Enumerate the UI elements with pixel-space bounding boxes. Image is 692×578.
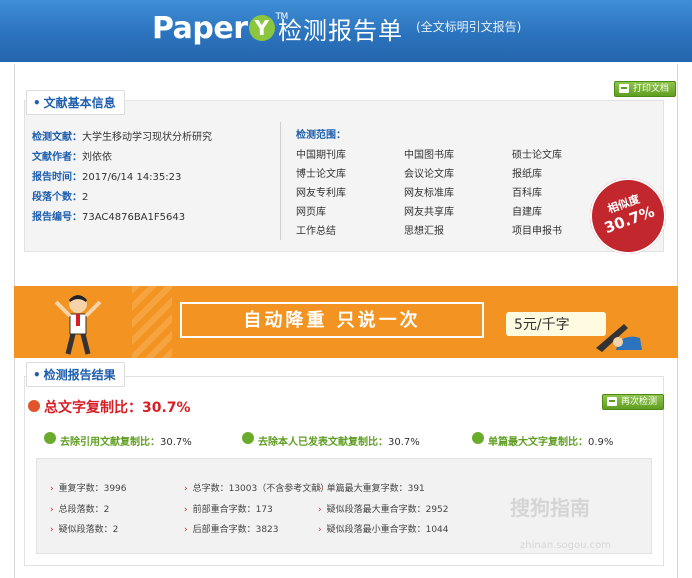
stat-item: › 前部重合字数：173 — [184, 505, 273, 515]
copy-ratio-icon — [28, 400, 40, 412]
stat-item: › 疑似段落最大重合字数：2952 — [318, 505, 449, 515]
db-item: 工作总结 — [296, 226, 336, 237]
db-item: 中国图书库 — [404, 150, 454, 161]
range-title: 检测范围： — [296, 130, 346, 141]
info-time-row: 报告时间：2017/6/14 14:35:23 — [32, 172, 182, 183]
logo-y-badge: Y — [248, 15, 275, 41]
result-tab: • 检测报告结果 — [26, 362, 125, 387]
db-item: 硕士论文库 — [512, 150, 562, 161]
document-icon — [472, 432, 484, 444]
db-item: 网友共享库 — [404, 207, 454, 218]
info-paragraph-row: 段落个数：2 — [32, 192, 89, 203]
info-divider — [280, 122, 281, 240]
db-item: 中国期刊库 — [296, 150, 346, 161]
sogou-watermark: 搜狗指南 — [510, 496, 590, 520]
info-id-row: 报告编号：73AC4876BA1F5643 — [32, 212, 186, 223]
print-button[interactable]: 打印文档 — [614, 81, 676, 97]
cite-icon — [44, 432, 56, 444]
stat-item: › 单篇最大重复字数：391 — [318, 484, 425, 494]
report-subtitle: (全文标明引文报告) — [416, 20, 522, 34]
paperyy-logo: Paper Y TM — [152, 8, 288, 48]
page-header: Paper Y TM 检测报告单 (全文标明引文报告) — [0, 0, 692, 62]
stat-item: › 总段落数：2 — [50, 505, 110, 515]
db-item: 思想汇报 — [404, 226, 444, 237]
promo-banner[interactable]: 自动降重 只说一次 5元/千字 — [14, 286, 678, 358]
db-item: 百科库 — [512, 188, 542, 199]
db-item: 项目申报书 — [512, 226, 562, 237]
cart-icon — [607, 397, 617, 406]
banner-price: 5元/千字 — [514, 317, 570, 333]
stat-item: › 疑似段落数：2 — [50, 525, 119, 535]
info-title-row: 检测文献：大学生移动学习现状分析研究 — [32, 132, 212, 143]
stat-item: › 后部重合字数：3823 — [184, 525, 279, 535]
printer-icon — [619, 84, 629, 93]
db-item: 网页库 — [296, 207, 326, 218]
db-item: 自建库 — [512, 207, 542, 218]
logo-text: Paper — [152, 10, 248, 46]
stat-item: › 重复字数：3996 — [50, 484, 127, 494]
metric-excluding-citations: 去除引用文献复制比：30.7% — [60, 437, 192, 448]
db-item: 报纸库 — [512, 169, 542, 180]
banner-stripes — [132, 286, 172, 358]
db-item: 会议论文库 — [404, 169, 454, 180]
metric-single-max: 单篇最大文字复制比：0.9% — [488, 437, 614, 448]
recheck-button[interactable]: 再次检测 — [602, 394, 664, 410]
info-author-row: 文献作者：刘依依 — [32, 152, 112, 163]
db-item: 博士论文库 — [296, 169, 346, 180]
cartoon-man-icon — [54, 295, 102, 355]
report-title: 检测报告单 — [278, 17, 403, 45]
db-item: 网友专利库 — [296, 188, 346, 199]
stat-item: › 总字数：13003（不含参考文献） — [184, 484, 330, 494]
pen-hand-icon — [596, 324, 642, 352]
sogou-watermark-url: zhinan.sogou.com — [520, 540, 612, 551]
banner-slogan: 自动降重 只说一次 — [243, 310, 421, 331]
metric-excluding-self: 去除本人已发表文献复制比：30.7% — [258, 437, 420, 448]
basic-info-tab: • 文献基本信息 — [26, 90, 125, 115]
author-icon — [242, 432, 254, 444]
stat-item: › 疑似段落最小重合字数：1044 — [318, 525, 449, 535]
db-item: 网友标准库 — [404, 188, 454, 199]
total-copy-ratio: 总文字复制比：30.7% — [44, 400, 191, 416]
